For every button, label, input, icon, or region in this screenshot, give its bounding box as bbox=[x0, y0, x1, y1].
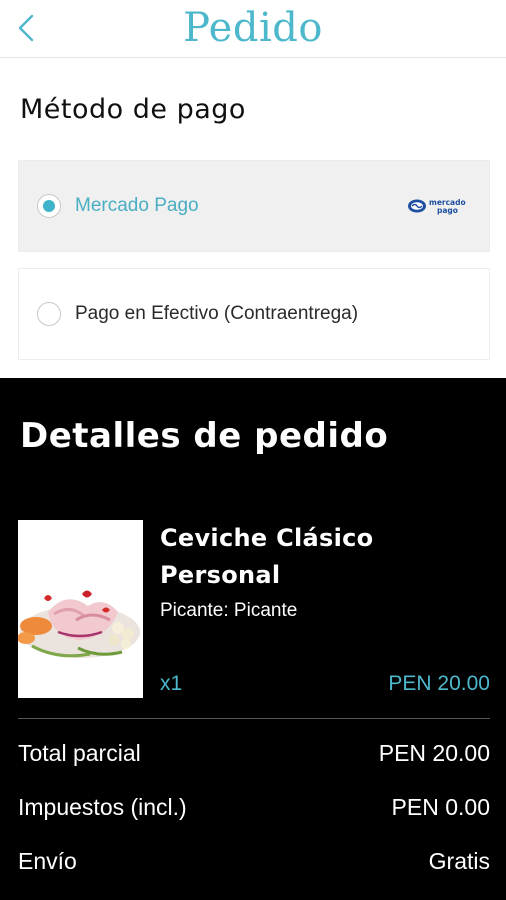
summary-row-shipping: Envío Gratis bbox=[18, 848, 490, 888]
payment-option-label: Mercado Pago bbox=[75, 195, 199, 216]
product-option: Picante: Picante bbox=[160, 600, 298, 621]
payment-option-mercado-pago[interactable]: Mercado Pago mercado pago bbox=[18, 160, 490, 252]
payment-method-section: Método de pago Mercado Pago mercado pago… bbox=[0, 58, 506, 378]
payment-method-heading: Método de pago bbox=[20, 94, 246, 125]
mercado-pago-logo: mercado pago bbox=[408, 198, 466, 215]
summary-value: PEN 20.00 bbox=[378, 740, 490, 766]
radio-button-mercado-pago[interactable] bbox=[37, 194, 61, 218]
product-name: Ceviche Clásico Personal bbox=[160, 524, 374, 589]
radio-button-cash[interactable] bbox=[37, 302, 61, 326]
order-details-section: Detalles de pedido Ceviche Clásico Perso… bbox=[0, 378, 506, 900]
app-header: Pedido bbox=[0, 0, 506, 58]
summary-label: Envío bbox=[18, 848, 77, 874]
product-quantity: x1 bbox=[160, 672, 183, 695]
summary-label: Total parcial bbox=[18, 740, 141, 766]
summary-value: Gratis bbox=[428, 848, 490, 874]
page-title: Pedido bbox=[183, 5, 323, 51]
order-details-heading: Detalles de pedido bbox=[20, 416, 389, 456]
payment-option-label: Pago en Efectivo (Contraentrega) bbox=[75, 303, 359, 324]
product-price: PEN 20.00 bbox=[388, 672, 490, 695]
summary-row-taxes: Impuestos (incl.) PEN 0.00 bbox=[18, 794, 490, 834]
summary-value: PEN 0.00 bbox=[391, 794, 490, 820]
divider bbox=[18, 718, 490, 719]
summary-row-subtotal: Total parcial PEN 20.00 bbox=[18, 740, 490, 780]
product-image bbox=[18, 520, 143, 698]
payment-option-cash[interactable]: Pago en Efectivo (Contraentrega) bbox=[18, 268, 490, 360]
mercado-pago-logo-text-bottom: pago bbox=[437, 206, 458, 215]
summary-label: Impuestos (incl.) bbox=[18, 794, 187, 820]
